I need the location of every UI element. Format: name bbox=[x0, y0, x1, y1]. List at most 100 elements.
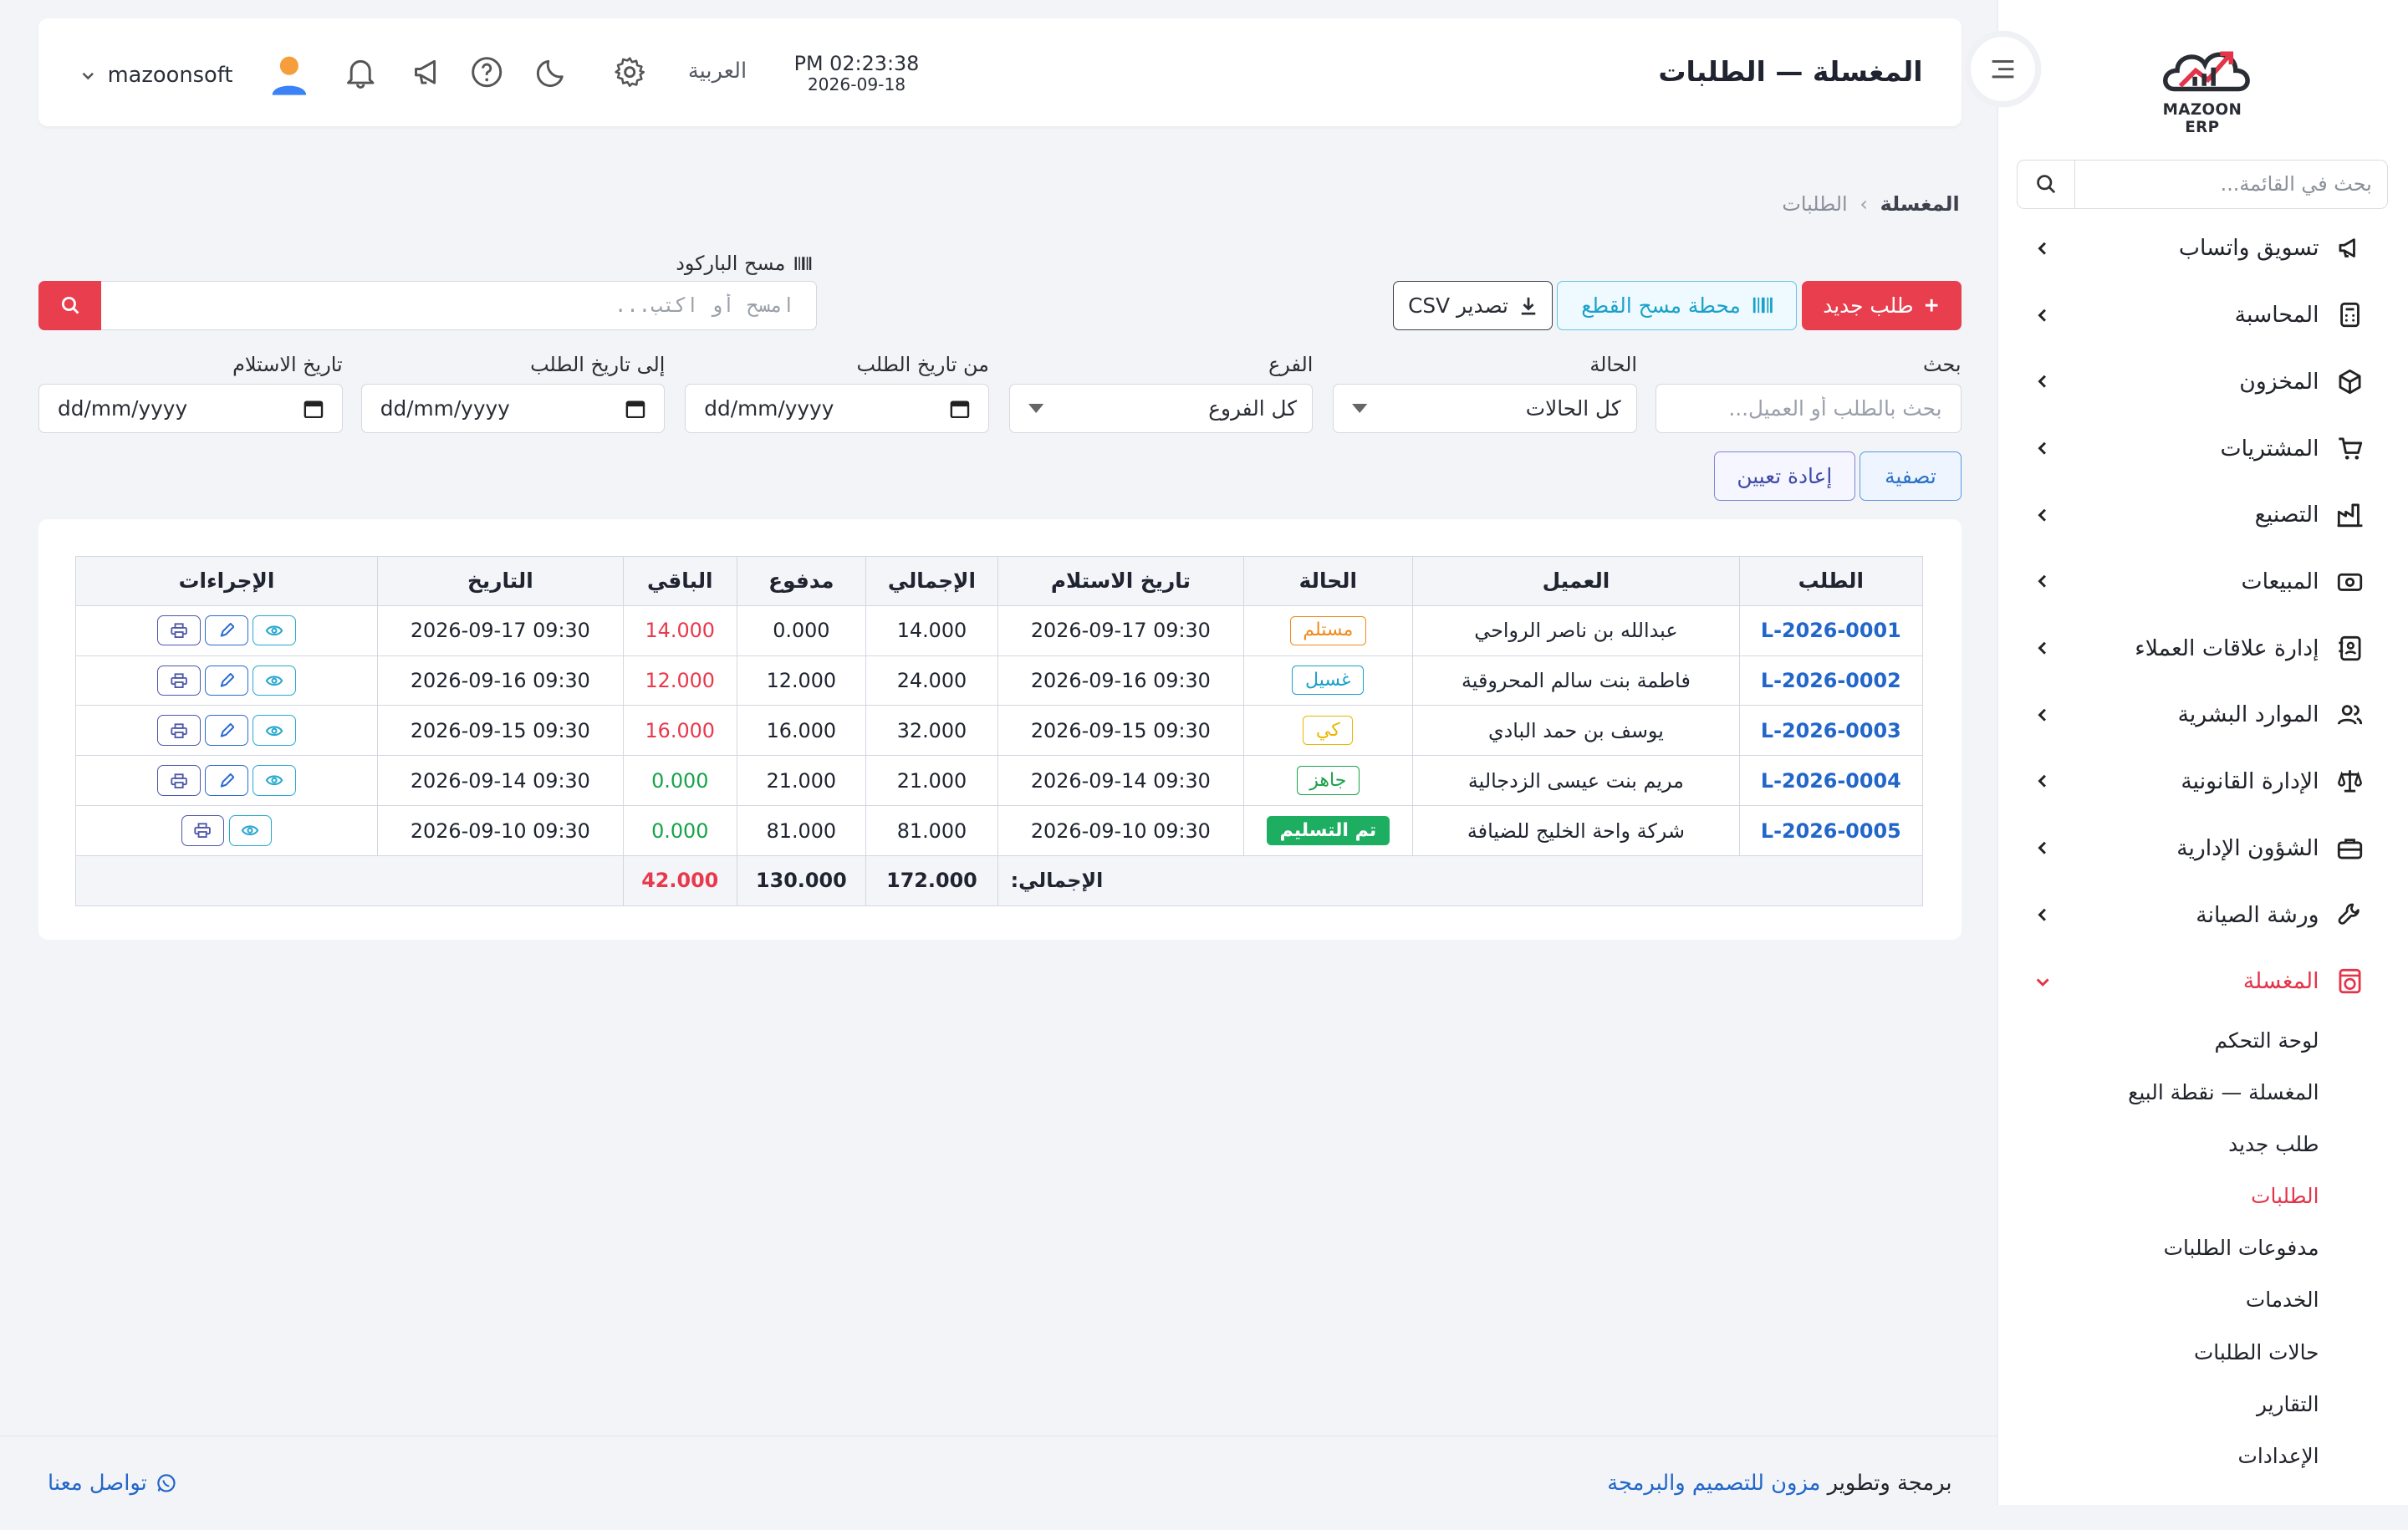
printer-icon bbox=[171, 623, 187, 638]
scan-station-button[interactable]: محطة مسح القطع bbox=[1557, 281, 1797, 330]
barcode-search-button[interactable] bbox=[38, 281, 102, 330]
total-cell: 24.000 bbox=[865, 655, 998, 706]
sidebar-item-label: الشؤون الإدارية bbox=[2176, 834, 2319, 861]
user-menu[interactable]: mazoonsoft bbox=[81, 54, 309, 96]
column-header-due[interactable]: الباقي bbox=[622, 555, 737, 606]
print-button[interactable] bbox=[157, 715, 201, 747]
print-button[interactable] bbox=[157, 765, 201, 797]
sidebar-subitem-orders[interactable]: الطلبات bbox=[1998, 1170, 2319, 1222]
status-badge: تم التسليم bbox=[1266, 816, 1390, 846]
chevron-left-icon bbox=[2035, 707, 2050, 722]
sidebar-search-input[interactable] bbox=[2075, 161, 2388, 208]
column-header-pickup-date[interactable]: تاريخ الاستلام bbox=[997, 555, 1244, 606]
order-number-link[interactable]: L-2026-0002 bbox=[1739, 655, 1923, 706]
branch-select[interactable]: كل الفروع bbox=[1008, 384, 1314, 433]
column-header-paid[interactable]: مدفوع bbox=[736, 555, 866, 606]
search-filter-label: بحث bbox=[1923, 353, 1962, 377]
breadcrumb-root[interactable]: المغسلة bbox=[1880, 192, 1960, 216]
sidebar-item-crm[interactable]: إدارة علاقات العملاء bbox=[1998, 615, 2408, 681]
edit-button[interactable] bbox=[205, 715, 248, 747]
pickup-date-input[interactable]: dd/mm/yyyy bbox=[38, 384, 343, 433]
pencil-icon bbox=[220, 622, 235, 637]
filter-button[interactable]: تصفية bbox=[1860, 451, 1962, 501]
sidebar-item-whatsapp-marketing[interactable]: تسويق واتساب bbox=[1998, 215, 2408, 282]
calendar-icon bbox=[304, 399, 324, 419]
to-date-input[interactable]: dd/mm/yyyy bbox=[360, 384, 666, 433]
date-placeholder: dd/mm/yyyy bbox=[58, 396, 188, 421]
sidebar-item-hr[interactable]: الموارد البشرية bbox=[1998, 681, 2408, 748]
pickup-date-cell: 2026-09-10 09:30 bbox=[997, 805, 1244, 857]
footer: برمجة وتطوير مزون للتصميم والبرمجة تواصل… bbox=[0, 1436, 1998, 1529]
view-button[interactable] bbox=[253, 615, 296, 646]
sidebar-item-manufacturing[interactable]: التصنيع bbox=[1998, 482, 2408, 548]
search-filter-input[interactable] bbox=[1656, 385, 1961, 432]
column-header-total[interactable]: الإجمالي bbox=[865, 555, 998, 606]
sidebar-item-legal[interactable]: الإدارة القانونية bbox=[1998, 748, 2408, 815]
search-icon[interactable] bbox=[2018, 161, 2076, 208]
gear-icon[interactable] bbox=[613, 55, 646, 89]
sidebar: MAZOON ERP تسويق واتساب المحاسبة المخزون… bbox=[1997, 0, 2408, 1505]
breadcrumb-current: الطلبات bbox=[1782, 191, 1848, 216]
customer-name: شركة واحة الخليج للضيافة bbox=[1411, 805, 1741, 857]
sidebar-subitem-dashboard[interactable]: لوحة التحكم bbox=[1998, 1015, 2319, 1067]
status-cell: غسيل bbox=[1242, 655, 1413, 706]
edit-button[interactable] bbox=[205, 615, 248, 646]
sidebar-subitem-settings[interactable]: الإعدادات bbox=[1998, 1430, 2319, 1482]
sidebar-toggle-button[interactable] bbox=[1970, 37, 2035, 102]
search-filter-field bbox=[1656, 384, 1962, 433]
edit-button[interactable] bbox=[205, 665, 248, 696]
sidebar-item-sales[interactable]: المبيعات bbox=[1998, 548, 2408, 615]
order-number-link[interactable]: L-2026-0003 bbox=[1739, 705, 1923, 757]
footer-credit-link[interactable]: مزون للتصميم والبرمجة bbox=[1607, 1471, 1820, 1496]
due-cell: 12.000 bbox=[622, 655, 737, 706]
view-button[interactable] bbox=[253, 665, 296, 696]
order-number-link[interactable]: L-2026-0004 bbox=[1739, 755, 1923, 807]
table-row: L-2026-0002 فاطمة بنت سالم المحروقية غسي… bbox=[75, 655, 1923, 706]
barcode-input[interactable] bbox=[101, 281, 818, 330]
moon-icon[interactable] bbox=[536, 55, 569, 89]
sidebar-item-maintenance[interactable]: ورشة الصيانة bbox=[1998, 881, 2408, 948]
print-button[interactable] bbox=[157, 665, 201, 696]
chevron-left-icon bbox=[2035, 441, 2050, 456]
column-header-order[interactable]: الطلب bbox=[1739, 555, 1923, 606]
sidebar-subitem-order-statuses[interactable]: حالات الطلبات bbox=[1998, 1326, 2319, 1378]
sidebar-item-inventory[interactable]: المخزون bbox=[1998, 349, 2408, 416]
sidebar-subitem-order-payments[interactable]: مدفوعات الطلبات bbox=[1998, 1222, 2319, 1274]
column-header-date[interactable]: التاريخ bbox=[376, 555, 624, 606]
sidebar-item-admin-affairs[interactable]: الشؤون الإدارية bbox=[1998, 814, 2408, 881]
breadcrumb-separator: › bbox=[1860, 191, 1868, 216]
laundry-icon bbox=[2334, 966, 2365, 997]
edit-button[interactable] bbox=[205, 765, 248, 797]
view-button[interactable] bbox=[253, 715, 296, 747]
avatar[interactable] bbox=[269, 54, 309, 96]
bell-icon[interactable] bbox=[344, 55, 377, 89]
order-number-link[interactable]: L-2026-0005 bbox=[1739, 805, 1923, 857]
view-button[interactable] bbox=[228, 815, 273, 846]
sidebar-subitem-new-order[interactable]: طلب جديد bbox=[1998, 1119, 2319, 1170]
sidebar-item-laundry[interactable]: المغسلة bbox=[1998, 948, 2408, 1015]
sidebar-item-accounting[interactable]: المحاسبة bbox=[1998, 282, 2408, 349]
customer-name: عبدالله بن ناصر الرواحي bbox=[1411, 604, 1741, 656]
column-header-customer[interactable]: العميل bbox=[1411, 555, 1741, 606]
sidebar-subitem-pos[interactable]: المغسلة — نقطة البيع bbox=[1998, 1067, 2319, 1119]
calendar-icon bbox=[625, 399, 645, 419]
order-number-link[interactable]: L-2026-0001 bbox=[1739, 604, 1923, 656]
help-icon[interactable] bbox=[470, 55, 503, 89]
sidebar-item-purchases[interactable]: المشتريات bbox=[1998, 415, 2408, 482]
print-button[interactable] bbox=[157, 615, 201, 646]
language-switch[interactable]: العربية bbox=[688, 59, 747, 84]
new-order-button[interactable]: طلب جديد bbox=[1801, 281, 1962, 330]
view-button[interactable] bbox=[253, 765, 296, 797]
from-date-input[interactable]: dd/mm/yyyy bbox=[685, 384, 989, 433]
table-header-row: الطلب العميل الحالة تاريخ الاستلام الإجم… bbox=[75, 555, 1923, 606]
export-csv-button[interactable]: تصدير CSV bbox=[1392, 281, 1553, 330]
logo[interactable]: MAZOON ERP bbox=[2147, 37, 2258, 136]
megaphone-icon[interactable] bbox=[411, 55, 445, 89]
sidebar-subitem-reports[interactable]: التقارير bbox=[1998, 1378, 2319, 1430]
contact-us-link[interactable]: تواصل معنا bbox=[48, 1471, 176, 1496]
status-select[interactable]: كل الحالات bbox=[1333, 384, 1637, 433]
print-button[interactable] bbox=[181, 815, 225, 846]
column-header-status[interactable]: الحالة bbox=[1242, 555, 1413, 606]
reset-button[interactable]: إعادة تعيين bbox=[1713, 451, 1855, 501]
sidebar-subitem-services[interactable]: الخدمات bbox=[1998, 1274, 2319, 1326]
